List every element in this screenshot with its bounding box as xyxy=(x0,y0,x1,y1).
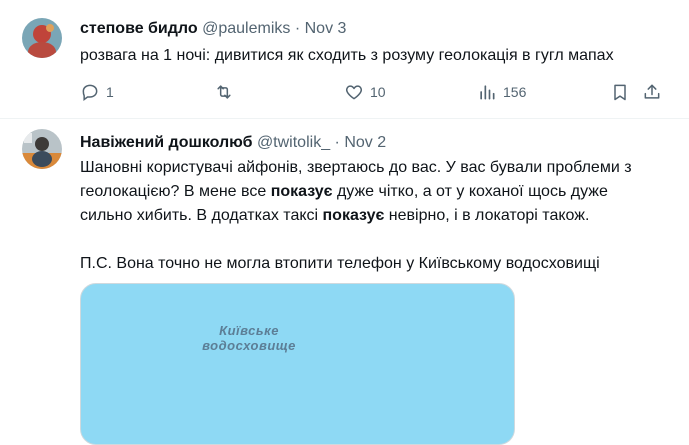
share-button[interactable] xyxy=(642,80,662,104)
reply-icon xyxy=(82,84,98,101)
emphasized-word: показує xyxy=(270,183,333,200)
bookmark-button[interactable] xyxy=(610,80,630,104)
avatar[interactable] xyxy=(22,129,62,169)
map-label: Київське водосховище xyxy=(202,323,296,353)
text-segment: невірно, і в локаторі також. xyxy=(384,207,590,224)
handle[interactable]: @twitolik_ xyxy=(257,134,330,151)
tweet-header: Навіжений дошколюб @twitolik_ · Nov 2 xyxy=(80,133,386,153)
tweet[interactable]: степове бидло @paulemiks · Nov 3 розвага… xyxy=(0,0,689,119)
reply-button[interactable]: 1 xyxy=(80,80,114,104)
handle[interactable]: @paulemiks xyxy=(202,20,290,37)
views-icon xyxy=(480,85,495,100)
separator: · xyxy=(334,134,340,151)
tweet-text: розвага на 1 ночі: дивитися як сходить з… xyxy=(80,47,614,64)
reply-count: 1 xyxy=(106,84,114,100)
emphasized-word: показує xyxy=(322,207,385,224)
tweet-header: степове бидло @paulemiks · Nov 3 xyxy=(80,19,346,39)
tweet[interactable]: Навіжений дошколюб @twitolik_ · Nov 2 Ша… xyxy=(0,119,689,445)
bookmark-icon xyxy=(614,84,626,101)
retweet-button[interactable] xyxy=(214,80,240,104)
timestamp[interactable]: Nov 3 xyxy=(305,20,347,37)
like-button[interactable]: 10 xyxy=(344,80,386,104)
view-count: 156 xyxy=(503,84,527,100)
avatar[interactable] xyxy=(22,18,62,58)
display-name[interactable]: Навіжений дошколюб xyxy=(80,134,252,151)
share-icon xyxy=(644,84,660,99)
display-name[interactable]: степове бидло xyxy=(80,20,198,37)
like-count: 10 xyxy=(370,84,386,100)
postscript-text: П.С. Вона точно не могла втопити телефон… xyxy=(80,255,600,272)
tweet-text: Шановні користувачі айфонів, звертаюсь д… xyxy=(80,156,660,276)
map-image[interactable]: Київське водосховище xyxy=(80,283,515,445)
timestamp[interactable]: Nov 2 xyxy=(344,134,386,151)
retweet-icon xyxy=(217,85,231,99)
views-button[interactable]: 156 xyxy=(477,80,526,104)
like-icon xyxy=(345,85,363,100)
action-bar: 1 10 156 xyxy=(80,80,670,104)
separator: · xyxy=(294,20,301,37)
